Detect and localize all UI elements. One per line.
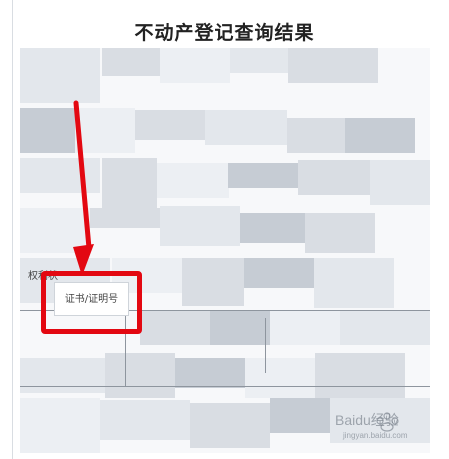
- blur-block: [314, 258, 394, 308]
- blur-block: [315, 353, 405, 398]
- blur-block: [190, 403, 270, 448]
- blur-block: [135, 110, 205, 140]
- page-title: 不动产登记查询结果: [134, 22, 315, 44]
- left-border-line: [12, 0, 13, 459]
- blurred-result-document: [20, 48, 430, 453]
- blur-block: [298, 160, 370, 195]
- blur-block: [210, 310, 270, 345]
- blur-block: [270, 398, 330, 433]
- blur-block: [20, 108, 75, 153]
- blur-block: [288, 48, 378, 83]
- blur-block: [75, 108, 135, 153]
- baidu-paw-logo-icon: Baidu经验 jingyan.baidu.com: [335, 412, 408, 440]
- blur-block: [90, 208, 160, 228]
- blur-block: [100, 400, 190, 440]
- blur-block: [230, 48, 288, 73]
- blur-block: [228, 163, 298, 188]
- blur-block: [182, 258, 244, 306]
- table-divider-line: [20, 386, 430, 387]
- blur-block: [20, 158, 100, 193]
- blur-block: [20, 208, 90, 253]
- red-highlight-box: [41, 271, 142, 334]
- blur-block: [245, 358, 315, 398]
- blur-block: [240, 213, 305, 243]
- query-result-screen: 不动产登记查询结果 权利状 证书/证明号 Baidu经验 jingyan.bai…: [0, 0, 449, 459]
- blur-block: [20, 398, 100, 453]
- blur-block: [205, 110, 287, 145]
- blur-block: [305, 213, 375, 253]
- blur-block: [20, 358, 105, 393]
- blur-block: [20, 48, 100, 103]
- table-column-line: [265, 318, 266, 373]
- blur-block: [175, 358, 245, 388]
- baidu-jingyan-watermark: Baidu经验 jingyan.baidu.com: [335, 406, 431, 442]
- watermark-subtext: jingyan.baidu.com: [342, 431, 408, 440]
- blur-block: [140, 310, 210, 345]
- watermark-text: Baidu经验: [335, 412, 399, 428]
- blur-block: [370, 160, 430, 205]
- blur-block: [160, 48, 230, 83]
- blur-block: [287, 118, 345, 153]
- blur-block: [345, 118, 415, 153]
- blur-block: [157, 163, 229, 198]
- blur-block: [160, 206, 240, 246]
- blur-block: [270, 310, 340, 345]
- blur-block: [340, 310, 430, 345]
- blur-block: [102, 48, 160, 76]
- blur-block: [244, 258, 314, 288]
- blur-block: [105, 353, 175, 398]
